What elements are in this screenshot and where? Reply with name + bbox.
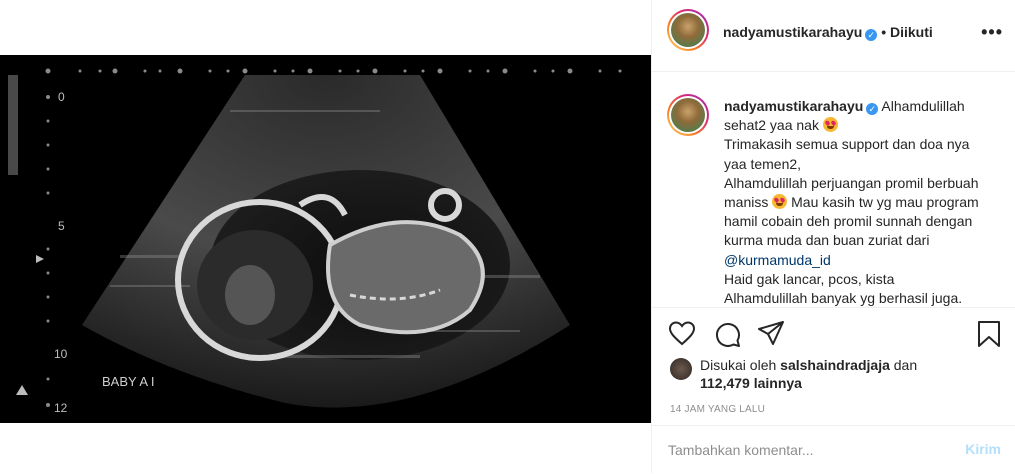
- caption-area: nadyamustikarahayu ✓ Alhamdulillah sehat2…: [652, 72, 1015, 307]
- post-details-panel: nadyamustikarahayu ✓ • Diikuti ••• nadyam…: [651, 0, 1015, 473]
- depth-5-label: 5: [58, 219, 65, 233]
- heart-icon[interactable]: [668, 320, 696, 346]
- caption-username[interactable]: nadyamustikarahayu: [724, 98, 863, 114]
- post-media[interactable]: 0 5 10 12 BABY A I: [0, 0, 651, 473]
- mention-link[interactable]: @kurmamuda_id: [724, 252, 831, 268]
- verified-badge-icon: ✓: [865, 29, 878, 41]
- comment-bar: Kirim: [652, 425, 1015, 474]
- post-username[interactable]: nadyamustikarahayu: [723, 24, 862, 40]
- liker-avatar[interactable]: [670, 358, 692, 380]
- ultrasound-image[interactable]: 0 5 10 12 BABY A I: [0, 55, 651, 423]
- likes-and: dan: [893, 357, 918, 373]
- more-options-icon[interactable]: •••: [981, 22, 1003, 43]
- send-comment-button[interactable]: Kirim: [965, 441, 1001, 457]
- post-actions: Disukai oleh salshaindradjaja dan 112,47…: [652, 307, 1015, 473]
- caption-line-2: Trimakasih semua support dan doa nya yaa…: [724, 136, 970, 172]
- likes-prefix: Disukai oleh: [700, 357, 777, 373]
- depth-0-label: 0: [58, 90, 65, 104]
- likes-count-button[interactable]: 112,479 lainnya: [700, 375, 802, 391]
- heart-eyes-emoji-icon: [822, 117, 838, 133]
- depth-12-label: 12: [54, 401, 68, 415]
- follow-status-button[interactable]: Diikuti: [890, 24, 933, 40]
- paper-plane-icon[interactable]: [757, 320, 785, 346]
- post-timestamp[interactable]: 14 JAM YANG LALU: [670, 404, 765, 415]
- heart-eyes-emoji-icon: [772, 194, 788, 210]
- comment-input[interactable]: [668, 438, 938, 462]
- follow-separator: •: [881, 24, 887, 40]
- bookmark-icon[interactable]: [976, 320, 1002, 348]
- ultrasound-graphic: 0 5 10 12 BABY A I: [0, 55, 651, 423]
- post-header: nadyamustikarahayu ✓ • Diikuti •••: [652, 0, 1015, 72]
- depth-10-label: 10: [54, 347, 68, 361]
- caption-line-7: Alhamdulillah banyak yg berhasil juga.: [724, 290, 963, 307]
- caption-line-6: Haid gak lancar, pcos, kista: [724, 270, 895, 287]
- liker-username[interactable]: salshaindradjaja: [780, 357, 890, 373]
- verified-badge-icon: ✓: [866, 103, 879, 115]
- caption: nadyamustikarahayu ✓ Alhamdulillah sehat2…: [724, 97, 994, 307]
- caption-avatar[interactable]: [667, 94, 709, 136]
- baby-label: BABY A I: [102, 374, 155, 389]
- avatar[interactable]: [667, 9, 709, 51]
- comment-icon[interactable]: [713, 320, 741, 348]
